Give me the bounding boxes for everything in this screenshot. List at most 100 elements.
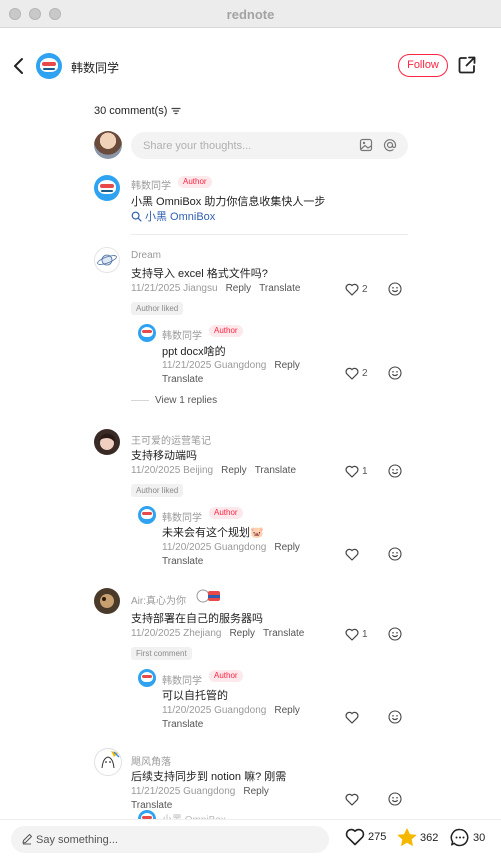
pencil-icon xyxy=(22,834,32,845)
composer-placeholder: Share your thoughts... xyxy=(143,140,252,152)
reply-avatar[interactable] xyxy=(138,669,156,687)
bottom-bar: Say something... 275 362 30 xyxy=(0,819,501,859)
sort-icon[interactable] xyxy=(171,107,181,115)
search-link[interactable]: 小黑 OmniBox xyxy=(131,208,215,224)
comment-date-location: 11/20/2025 Beijing xyxy=(131,465,214,476)
comment-user[interactable]: Dream xyxy=(131,250,161,261)
window-titlebar: rednote xyxy=(0,0,501,28)
translate-link[interactable]: Translate xyxy=(255,465,296,476)
reply-link[interactable]: Reply xyxy=(229,628,255,639)
note-collect-count: 362 xyxy=(420,831,439,844)
share-icon[interactable] xyxy=(457,55,477,75)
view-replies-link[interactable]: View 1 replies xyxy=(155,395,217,406)
note-collect-button[interactable]: 362 xyxy=(397,828,438,847)
reply-user[interactable]: 韩数同学 xyxy=(162,509,202,524)
reply-user[interactable]: 韩数同学 xyxy=(162,327,202,342)
wang-avatar[interactable] xyxy=(94,429,120,455)
like-button[interactable] xyxy=(345,793,362,806)
reply-text: 未来会有这个规划🐷 xyxy=(162,527,264,539)
divider xyxy=(131,234,408,235)
say-something-placeholder: Say something... xyxy=(36,834,118,846)
search-icon xyxy=(131,211,142,222)
comment-composer[interactable]: Share your thoughts... xyxy=(131,132,408,159)
reply-link[interactable]: Reply xyxy=(274,360,300,371)
reply-meta: 11/21/2025 Guangdong Reply xyxy=(162,360,300,371)
author-tag: Author xyxy=(209,325,243,337)
reply-text: ppt docx啥的 xyxy=(162,346,226,358)
note-comment-count: 30 xyxy=(473,831,486,844)
heart-icon xyxy=(345,465,359,478)
reply-avatar[interactable] xyxy=(138,324,156,342)
translate-link[interactable]: Translate xyxy=(162,719,203,730)
reply-date-location: 11/21/2025 Guangdong xyxy=(162,360,267,371)
reply-link[interactable]: Reply xyxy=(226,283,252,294)
author-liked-tag: Author liked xyxy=(131,484,184,497)
reply-link[interactable]: Reply xyxy=(274,705,300,716)
like-button[interactable]: 1 xyxy=(345,465,368,478)
comment-text: 支持部署在自己的服务器吗 xyxy=(131,613,263,625)
heart-icon xyxy=(345,548,359,561)
author-name[interactable]: 韩数同学 xyxy=(71,59,119,76)
mention-icon[interactable] xyxy=(383,138,397,152)
emoji-icon[interactable] xyxy=(388,547,402,561)
like-count: 1 xyxy=(362,466,368,477)
like-button[interactable]: 2 xyxy=(345,283,368,296)
comment-date-location: 11/20/2025 Zhejiang xyxy=(131,628,222,639)
emoji-icon[interactable] xyxy=(388,366,402,380)
emoji-icon[interactable] xyxy=(388,282,402,296)
comment-count-row[interactable]: 30 comment(s) xyxy=(94,105,181,117)
heart-icon xyxy=(345,367,359,380)
emoji-icon[interactable] xyxy=(388,710,402,724)
reply-text: 可以自托管的 xyxy=(162,690,228,702)
note-comment-button[interactable]: 30 xyxy=(450,828,485,847)
follow-button[interactable]: Follow xyxy=(398,54,448,77)
comment-meta: 11/21/2025 Jiangsu Reply Translate xyxy=(131,283,300,294)
emoji-icon[interactable] xyxy=(388,792,402,806)
like-button[interactable]: 2 xyxy=(345,367,368,380)
say-something-input[interactable]: Say something... xyxy=(11,826,329,853)
pinned-comment-avatar[interactable] xyxy=(94,175,120,201)
note-like-count: 275 xyxy=(368,831,387,843)
translate-link[interactable]: Translate xyxy=(162,556,203,567)
reply-link[interactable]: Reply xyxy=(221,465,247,476)
pinned-comment-user[interactable]: 韩数同学 xyxy=(131,177,171,192)
comment-meta: 11/20/2025 Zhejiang Reply Translate xyxy=(131,628,304,639)
comment-text: 支持移动端吗 xyxy=(131,450,197,462)
reply-link[interactable]: Reply xyxy=(274,542,300,553)
heart-icon xyxy=(345,793,359,806)
heart-icon xyxy=(345,828,365,846)
view-replies-line xyxy=(131,400,149,401)
emoji-icon[interactable] xyxy=(388,627,402,641)
like-count: 1 xyxy=(362,629,368,640)
image-icon[interactable] xyxy=(359,138,373,152)
air-avatar[interactable] xyxy=(94,588,120,614)
like-count: 2 xyxy=(362,284,368,295)
heart-icon xyxy=(345,283,359,296)
like-button[interactable]: 1 xyxy=(345,628,368,641)
reply-meta: 11/20/2025 Guangdong Reply xyxy=(162,705,300,716)
comment-user[interactable]: 王可爱的运营笔记 xyxy=(131,432,211,447)
like-button[interactable] xyxy=(345,711,362,724)
reply-avatar[interactable] xyxy=(138,506,156,524)
translate-link[interactable]: Translate xyxy=(162,374,203,385)
like-button[interactable] xyxy=(345,548,362,561)
jufeng-avatar[interactable] xyxy=(94,748,122,776)
author-avatar[interactable] xyxy=(36,53,62,79)
reply-link[interactable]: Reply xyxy=(243,786,269,797)
star-icon xyxy=(397,828,417,846)
back-arrow-icon[interactable] xyxy=(10,55,28,77)
translate-link[interactable]: Translate xyxy=(259,283,300,294)
note-like-button[interactable]: 275 xyxy=(345,828,386,846)
like-count: 2 xyxy=(362,368,368,379)
emoji-icon[interactable] xyxy=(388,464,402,478)
author-tag: Author xyxy=(209,670,243,682)
reply-user[interactable]: 韩数同学 xyxy=(162,672,202,687)
comment-user[interactable]: 飓风角落 xyxy=(131,753,171,768)
comment-user[interactable]: Air:真心为你 xyxy=(131,592,186,607)
heart-icon xyxy=(345,711,359,724)
author-liked-tag: Author liked xyxy=(131,302,184,315)
author-tag: Author xyxy=(209,507,243,519)
comment-meta: 11/21/2025 Guangdong Reply xyxy=(131,786,269,797)
translate-link[interactable]: Translate xyxy=(263,628,304,639)
dream-avatar[interactable] xyxy=(94,247,120,273)
